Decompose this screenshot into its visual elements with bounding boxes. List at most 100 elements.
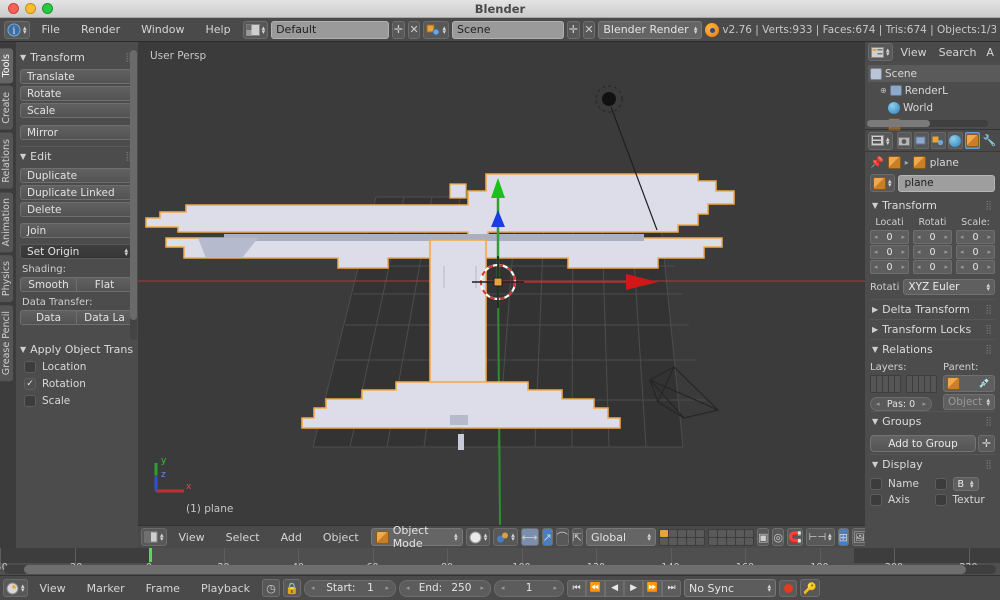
option-location[interactable]: Location: [20, 361, 133, 373]
transform-panel-header[interactable]: ▼ Transform ⣿: [20, 51, 133, 64]
layer-col[interactable]: [744, 529, 753, 545]
relations-header[interactable]: ▼ Relations ⣿: [870, 339, 995, 359]
viewport-menu-add[interactable]: Add: [272, 529, 311, 546]
timeline-menu-playback[interactable]: Playback: [192, 580, 259, 597]
tab-tools[interactable]: Tools: [0, 48, 13, 84]
properties-tab-render[interactable]: [896, 132, 912, 149]
timeline-ruler[interactable]: -40-200204060801001201401601802002202402…: [0, 548, 1000, 576]
play-button[interactable]: ▶: [624, 579, 644, 597]
layer-col[interactable]: [919, 376, 924, 392]
layer-col[interactable]: [735, 529, 744, 545]
outliner-menu-all[interactable]: A: [984, 45, 996, 60]
viewport-shading-button[interactable]: ▴ ▾: [465, 528, 491, 546]
data-layout-button[interactable]: Data La: [77, 310, 133, 325]
lock-object-modes-button[interactable]: ▣: [756, 528, 770, 546]
data-button[interactable]: Data: [20, 310, 77, 325]
scale-y-field[interactable]: ◂ 0 ▸: [956, 245, 995, 259]
scene-datablock-button[interactable]: ▴ ▾: [423, 20, 449, 39]
prev-keyframe-button[interactable]: ⏪: [586, 579, 606, 597]
timeline-editor-type-button[interactable]: ▴ ▾: [3, 579, 28, 597]
layer-col[interactable]: [913, 376, 918, 392]
translate-button[interactable]: Translate: [20, 69, 133, 84]
layer-col[interactable]: [717, 529, 726, 545]
layer-col[interactable]: [659, 529, 668, 545]
groups-header[interactable]: ▼ Groups ⣿: [870, 411, 995, 431]
sync-mode-dropdown[interactable]: No Sync ▴ ▾: [684, 579, 777, 597]
edit-panel-header[interactable]: ▼ Edit ⣿: [20, 150, 133, 163]
expand-icon[interactable]: ⊕: [880, 86, 887, 95]
display-option-name[interactable]: Name: [870, 477, 931, 491]
scale-z-field[interactable]: ◂ 0 ▸: [956, 260, 995, 274]
rotate-button[interactable]: Rotate: [20, 86, 133, 101]
proportional-editing-button[interactable]: ◎: [772, 528, 784, 546]
jump-to-start-button[interactable]: ⏮: [567, 579, 587, 597]
location-z-field[interactable]: ◂ 0 ▸: [870, 260, 909, 274]
layer-col[interactable]: [677, 529, 686, 545]
tab-animation[interactable]: Animation: [0, 191, 13, 253]
transform-properties-header[interactable]: ▼ Transform ⣿: [870, 196, 995, 215]
parent-type-dropdown[interactable]: Object ▴ ▾: [943, 394, 995, 410]
auto-keyframe-button[interactable]: [779, 579, 798, 597]
tab-relations[interactable]: Relations: [0, 132, 13, 189]
location-x-field[interactable]: ◂ 0 ▸: [870, 230, 909, 244]
rotation-y-field[interactable]: ◂ 0 ▸: [913, 245, 952, 259]
end-frame-field[interactable]: ◂ End: 250 ▸: [399, 579, 492, 597]
display-option-bounds[interactable]: B ▴ ▾: [934, 477, 996, 491]
scale-button[interactable]: Scale: [20, 103, 133, 118]
properties-tab-world[interactable]: [947, 132, 964, 149]
smooth-button[interactable]: Smooth: [20, 277, 77, 292]
outliner-menu-view[interactable]: View: [897, 45, 931, 60]
outliner-item-world[interactable]: World: [868, 99, 1000, 116]
display-header[interactable]: ▼ Display ⣿: [870, 454, 995, 474]
snap-magnet-button[interactable]: 🧲: [786, 528, 803, 546]
delete-screen-layout-button[interactable]: ✕: [407, 20, 421, 39]
rotation-checkbox[interactable]: ✓: [24, 378, 36, 390]
start-frame-field[interactable]: ◂ Start: 1 ▸: [304, 579, 397, 597]
option-rotation[interactable]: ✓ Rotation: [20, 378, 133, 390]
outliner-menu-search[interactable]: Search: [935, 45, 981, 60]
viewport-menu-object[interactable]: Object: [314, 529, 368, 546]
viewport-editor-type-button[interactable]: ▴ ▾: [141, 528, 167, 546]
add-to-group-button[interactable]: Add to Group: [870, 435, 976, 452]
display-option-axis[interactable]: Axis: [870, 494, 931, 506]
duplicate-linked-button[interactable]: Duplicate Linked: [20, 185, 133, 200]
layer-col[interactable]: [895, 376, 900, 392]
timeline-menu-view[interactable]: View: [31, 580, 75, 597]
layers-block-bottom[interactable]: [906, 375, 937, 393]
new-group-button[interactable]: ✛: [978, 435, 995, 452]
layer-col[interactable]: [889, 376, 894, 392]
transform-locks-header[interactable]: ▶ Transform Locks ⣿: [870, 319, 995, 339]
jump-to-end-button[interactable]: ⏭: [662, 579, 682, 597]
render-preview-button[interactable]: 🖼: [851, 528, 865, 546]
pass-index-field[interactable]: ◂ Pas: 0 ▸: [870, 397, 932, 411]
timeline-playhead[interactable]: [149, 548, 152, 562]
tab-grease-pencil[interactable]: Grease Pencil: [0, 305, 13, 382]
rotation-mode-dropdown[interactable]: XYZ Euler ▴ ▾: [903, 279, 995, 295]
scale-checkbox[interactable]: [24, 395, 36, 407]
manipulator-toggle-button[interactable]: ⟷: [520, 528, 539, 546]
screen-layout-type-button[interactable]: ▴ ▾: [242, 20, 269, 39]
layer-col[interactable]: [871, 376, 876, 392]
display-bounds-dropdown[interactable]: B ▴ ▾: [952, 477, 979, 491]
layer-col[interactable]: [726, 529, 735, 545]
join-button[interactable]: Join: [20, 223, 133, 238]
delete-button[interactable]: Delete: [20, 202, 133, 217]
screen-layout-dropdown[interactable]: Default: [271, 20, 390, 39]
object-name-input[interactable]: plane: [897, 174, 995, 192]
tab-physics[interactable]: Physics: [0, 255, 13, 303]
mirror-button[interactable]: Mirror: [20, 125, 133, 140]
properties-tab-constraints[interactable]: 🔧: [982, 132, 997, 149]
properties-tab-scene[interactable]: [930, 132, 946, 149]
rotation-z-field[interactable]: ◂ 0 ▸: [913, 260, 952, 274]
outliner-hscrollbar[interactable]: [867, 120, 988, 127]
next-keyframe-button[interactable]: ⏩: [643, 579, 663, 597]
tool-panel-scrollbar[interactable]: [130, 50, 137, 340]
object-datablock-button[interactable]: ▴ ▾: [870, 174, 895, 192]
add-screen-layout-button[interactable]: ✛: [392, 20, 405, 39]
scale-manipulator-button[interactable]: ⇱: [571, 528, 583, 546]
delta-transform-header[interactable]: ▶ Delta Transform ⣿: [870, 299, 995, 319]
transform-orientation-dropdown[interactable]: Global ▴ ▾: [585, 528, 656, 546]
interaction-mode-dropdown[interactable]: Object Mode ▴ ▾: [370, 524, 463, 548]
scene-layers-top[interactable]: [658, 528, 705, 546]
keying-set-button[interactable]: 🔑: [800, 579, 821, 597]
